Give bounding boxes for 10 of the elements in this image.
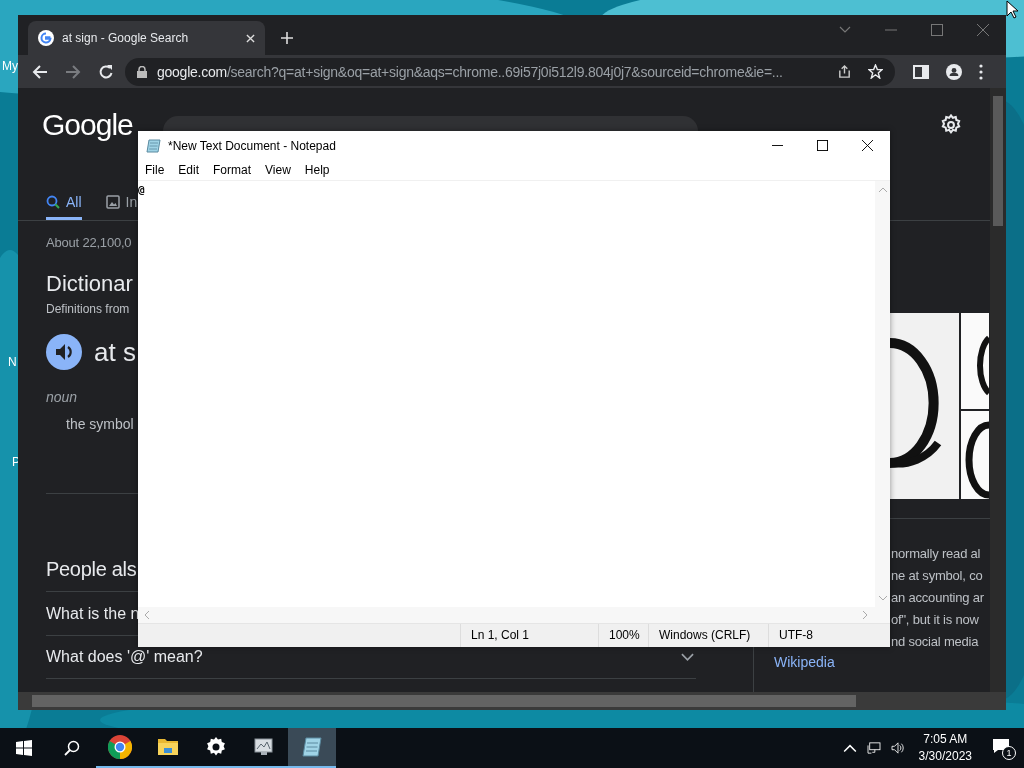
chrome-icon bbox=[108, 735, 132, 759]
clock-time[interactable]: 7:05 AM bbox=[923, 731, 968, 748]
windows-icon[interactable] bbox=[16, 740, 32, 756]
chevron-up-icon[interactable] bbox=[842, 742, 857, 754]
clock-date[interactable]: 3/30/2023 bbox=[918, 748, 972, 765]
volume-icon[interactable] bbox=[890, 742, 905, 754]
notepad-icon bbox=[300, 735, 324, 759]
search-icon[interactable] bbox=[64, 740, 80, 756]
network-icon[interactable] bbox=[866, 742, 881, 754]
notification-badge: 1 bbox=[1002, 746, 1016, 760]
